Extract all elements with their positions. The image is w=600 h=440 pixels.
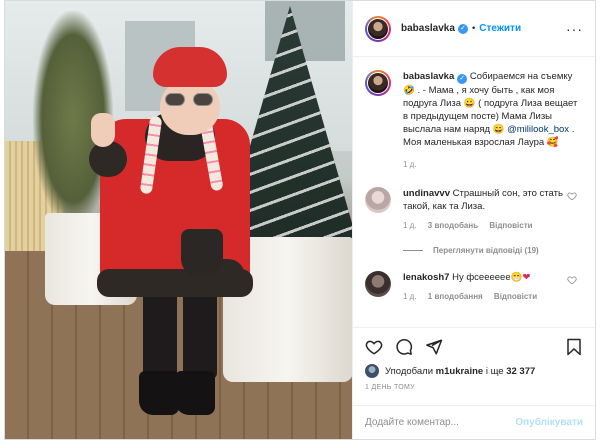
laugh-emoji-icon: 😄	[492, 124, 505, 135]
girl-beret	[153, 47, 227, 87]
comment-time[interactable]: 1 д.	[403, 221, 417, 230]
rolling-laugh-emoji-icon: 🤣	[403, 85, 415, 96]
publish-button[interactable]: Опублікувати	[515, 417, 583, 428]
girl-boot	[139, 371, 179, 415]
girl-bag	[181, 229, 223, 277]
liker-avatar[interactable]	[365, 364, 379, 378]
likes-middle: і ще	[483, 365, 507, 377]
comment-author[interactable]: undinavvv	[403, 188, 450, 199]
girl-boot	[175, 371, 215, 415]
post-header: babaslavka ✓ • Стежити ···	[353, 1, 595, 57]
girl-face	[160, 79, 220, 135]
author-username[interactable]: babaslavka	[401, 23, 455, 34]
header-separator: •	[471, 23, 476, 34]
heart-eyes-emoji-icon: 🥰	[546, 137, 559, 148]
caption-avatar[interactable]	[365, 70, 391, 96]
action-icons-row	[365, 334, 583, 360]
bookmark-icon[interactable]	[565, 336, 583, 358]
post-photo[interactable]	[5, 1, 352, 439]
comment-likes[interactable]: 3 вподобань	[428, 221, 478, 230]
likes-count[interactable]: 32 377	[506, 366, 535, 377]
verified-badge-icon: ✓	[457, 23, 468, 34]
more-icon[interactable]: ···	[566, 21, 583, 37]
comment-time[interactable]: 1 д.	[403, 292, 417, 301]
caption: babaslavka ✓ Собираемся на съемку 🤣 . - М…	[365, 70, 583, 171]
girl-leg	[183, 287, 217, 379]
commenter-avatar[interactable]	[365, 271, 391, 297]
caption-mention[interactable]: @mililook_box	[507, 124, 569, 135]
liker-username[interactable]: m1ukraine	[436, 366, 484, 377]
view-replies-button[interactable]: Переглянути відповіді (19)	[403, 246, 583, 255]
caption-time[interactable]: 1 д.	[403, 160, 417, 169]
post-container: babaslavka ✓ • Стежити ··· babaslavka ✓ С…	[4, 0, 596, 440]
post-timestamp[interactable]: 1 ДЕНЬ ТОМУ	[365, 384, 583, 391]
reply-button[interactable]: Відповісти	[494, 292, 537, 301]
reply-button[interactable]: Відповісти	[489, 221, 532, 230]
share-icon[interactable]	[425, 336, 455, 358]
girl-cuff	[89, 141, 127, 177]
post-sidebar: babaslavka ✓ • Стежити ··· babaslavka ✓ С…	[352, 1, 595, 439]
girl-hand	[91, 113, 115, 147]
comments-list[interactable]: babaslavka ✓ Собираемся на съемку 🤣 . - М…	[353, 58, 595, 326]
red-heart-emoji-icon: ❤	[522, 272, 531, 283]
caption-text: Собираемся на съемку	[469, 71, 573, 82]
caption-author[interactable]: babaslavka	[403, 71, 454, 82]
comment-likes[interactable]: 1 вподобання	[428, 292, 483, 301]
comment-item: undinavvv Страшный сон, это стать такой,…	[365, 187, 583, 232]
follow-button[interactable]: Стежити	[479, 23, 521, 34]
replies-divider	[403, 250, 423, 251]
add-comment-bar: Додайте коментар... Опублікувати	[353, 405, 595, 439]
comment-item: lenakosh7 Ну фсееееее😁❤ 1 д. 1 вподобанн…	[365, 271, 583, 303]
likes-summary: Уподобали m1ukraine і ще 32 377	[365, 364, 583, 378]
grin-emoji-icon: 😁	[510, 272, 523, 283]
comment-author[interactable]: lenakosh7	[403, 272, 449, 283]
girl-glasses	[165, 93, 215, 106]
post-actions: Уподобали m1ukraine і ще 32 377 1 ДЕНЬ Т…	[353, 327, 595, 391]
author-avatar[interactable]	[365, 15, 391, 42]
likes-prefix: Уподобали	[385, 365, 434, 377]
commenter-avatar[interactable]	[365, 187, 391, 213]
view-replies-label: Переглянути відповіді (19)	[433, 246, 539, 255]
grin-emoji-icon: 😀	[463, 98, 476, 109]
heart-icon[interactable]	[365, 336, 395, 358]
comment-icon[interactable]	[395, 336, 425, 358]
like-comment-heart-icon[interactable]	[567, 275, 577, 285]
verified-badge-icon: ✓	[457, 74, 468, 84]
comment-text: Ну фсееееее	[452, 272, 511, 283]
girl-leg	[143, 287, 177, 379]
like-comment-heart-icon[interactable]	[567, 191, 577, 201]
comment-input[interactable]: Додайте коментар...	[365, 417, 515, 428]
